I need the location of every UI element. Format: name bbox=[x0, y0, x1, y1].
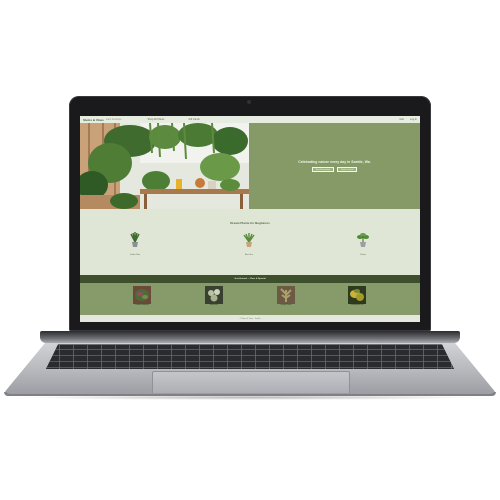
keyboard-rows bbox=[46, 344, 454, 368]
nav-link-gift-cards[interactable]: Gift Cards bbox=[188, 118, 199, 121]
potted-plant-icon bbox=[357, 233, 369, 247]
top-nav: Stems & Vines plant boutique Shop All Pl… bbox=[80, 116, 420, 123]
hero: Celebrating nature every day in Seattle,… bbox=[80, 123, 420, 209]
collection-item-label: Hoya Kerrii bbox=[210, 305, 218, 306]
nav-cart[interactable]: Cart bbox=[399, 118, 404, 121]
nav-links: Shop All Plants Gift Cards bbox=[148, 118, 200, 121]
nav-right: Cart Log In bbox=[399, 118, 417, 121]
collection-item-label: Philodendron Pink bbox=[350, 305, 364, 306]
collection-header: Just Arrived — Rare & Special bbox=[80, 275, 420, 283]
collection-item-label: String of Pearls bbox=[280, 305, 292, 306]
product-label: Snake Plant bbox=[130, 254, 140, 256]
hero-title: Celebrating nature every day in Seattle,… bbox=[298, 159, 371, 164]
product-label: Aloe Vera bbox=[245, 254, 253, 256]
collection-item[interactable]: String of Pearls bbox=[275, 286, 297, 306]
collection-photo bbox=[133, 286, 151, 304]
hero-photo bbox=[80, 123, 249, 209]
collection-item[interactable]: Hoya Kerrii bbox=[203, 286, 225, 306]
potted-plant-icon bbox=[243, 233, 255, 247]
collection-section: Calathea Medallion Hoya Kerrii String of… bbox=[80, 283, 420, 315]
webcam-icon bbox=[247, 100, 251, 104]
product-card[interactable]: Pothos bbox=[348, 232, 378, 256]
site-logo[interactable]: Stems & Vines bbox=[83, 118, 104, 122]
nav-link-shop[interactable]: Shop All Plants bbox=[148, 118, 165, 121]
site-tagline: plant boutique bbox=[105, 118, 122, 121]
collection-photo bbox=[277, 286, 295, 304]
laptop-hinge bbox=[40, 331, 460, 343]
product-card[interactable]: Aloe Vera bbox=[234, 232, 264, 256]
collection-item[interactable]: Calathea Medallion bbox=[131, 286, 153, 306]
book-consult-button[interactable]: Book a Consult bbox=[337, 166, 358, 173]
trackpad[interactable] bbox=[152, 371, 350, 393]
hero-buttons: Shop Houseplants Book a Consult bbox=[311, 166, 358, 173]
collection-photo bbox=[348, 286, 366, 304]
featured-section: Dream Plants for Beginners Snake Plant A… bbox=[80, 209, 420, 275]
nav-login[interactable]: Log In bbox=[410, 118, 417, 121]
collection-item[interactable]: Philodendron Pink bbox=[346, 286, 368, 306]
product-label: Pothos bbox=[360, 254, 366, 256]
site-footer: © Stems & Vines · Seattle bbox=[80, 315, 420, 322]
potted-plant-icon bbox=[130, 232, 140, 247]
product-card[interactable]: Snake Plant bbox=[120, 232, 150, 256]
collection-photo bbox=[205, 286, 223, 304]
hero-plant-scene bbox=[80, 123, 249, 209]
shop-houseplants-button[interactable]: Shop Houseplants bbox=[311, 166, 335, 173]
laptop-screen: Stems & Vines plant boutique Shop All Pl… bbox=[80, 116, 420, 322]
hero-panel: Celebrating nature every day in Seattle,… bbox=[249, 123, 420, 209]
featured-title: Dream Plants for Beginners bbox=[230, 221, 270, 225]
collection-item-label: Calathea Medallion bbox=[135, 305, 149, 306]
